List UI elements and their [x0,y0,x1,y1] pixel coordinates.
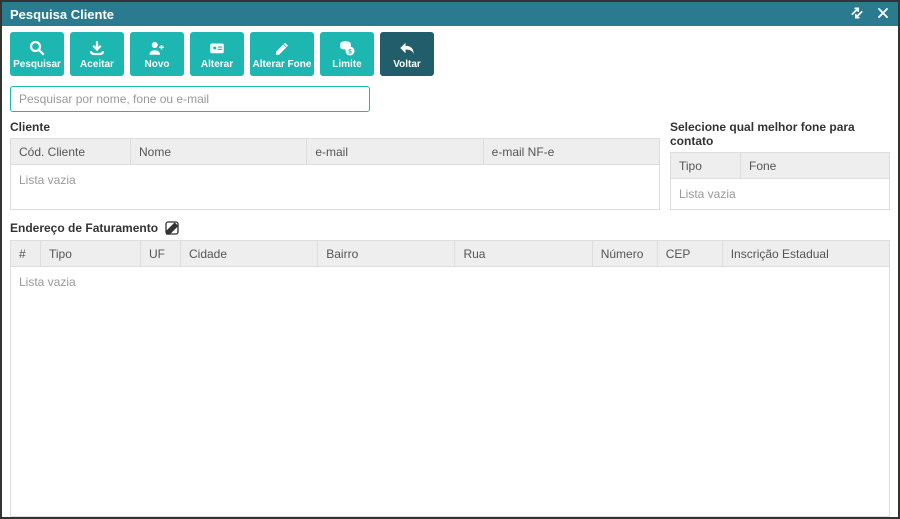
search-icon [28,39,46,57]
col-cod-cliente[interactable]: Cód. Cliente [11,139,131,164]
fone-grid-body: Lista vazia [671,179,889,209]
novo-button[interactable]: Novo [130,32,184,76]
window-controls [850,6,890,23]
col-inscricao[interactable]: Inscrição Estadual [723,241,889,266]
fone-grid-header: Tipo Fone [671,153,889,179]
cliente-grid: Cód. Cliente Nome e-mail e-mail NF-e Lis… [10,138,660,210]
col-end-tipo[interactable]: Tipo [41,241,141,266]
edit-icon [273,39,291,57]
cliente-grid-body: Lista vazia [11,165,659,209]
col-uf[interactable]: UF [141,241,181,266]
user-plus-icon [148,39,166,57]
col-rua[interactable]: Rua [455,241,592,266]
pesquisar-button[interactable]: Pesquisar [10,32,64,76]
col-cep[interactable]: CEP [658,241,723,266]
col-tipo[interactable]: Tipo [671,153,741,178]
pesquisar-label: Pesquisar [13,59,61,70]
search-input[interactable] [10,86,370,112]
search-row [2,82,898,120]
endereco-grid-body: Lista vazia [11,267,889,516]
col-nome[interactable]: Nome [131,139,307,164]
limite-label: Limite [332,59,361,70]
endereco-grid-header: # Tipo UF Cidade Bairro Rua Número CEP I… [11,241,889,267]
novo-label: Novo [145,59,170,70]
aceitar-button[interactable]: Aceitar [70,32,124,76]
maximize-icon[interactable] [850,6,864,23]
col-email[interactable]: e-mail [307,139,483,164]
col-numero[interactable]: Número [593,241,658,266]
coins-icon: $ [338,39,356,57]
fone-empty-text: Lista vazia [679,187,736,201]
col-cidade[interactable]: Cidade [181,241,318,266]
voltar-button[interactable]: Voltar [380,32,434,76]
download-icon [88,39,106,57]
endereco-section-label: Endereço de Faturamento [10,220,890,240]
fone-section-label: Selecione qual melhor fone para contato [670,120,890,152]
endereco-grid: # Tipo UF Cidade Bairro Rua Número CEP I… [10,240,890,517]
endereco-panel: Endereço de Faturamento # Tipo UF Cidade… [10,220,890,517]
limite-button[interactable]: $ Limite [320,32,374,76]
window-pesquisa-cliente: Pesquisa Cliente Pesquisar Aceitar [0,0,900,519]
alterar-fone-button[interactable]: Alterar Fone [250,32,314,76]
pencil-icon[interactable] [164,220,180,236]
col-email-nfe[interactable]: e-mail NF-e [484,139,659,164]
alterar-label: Alterar [201,59,233,70]
id-card-icon [208,39,226,57]
close-icon[interactable] [876,6,890,23]
col-fone[interactable]: Fone [741,153,889,178]
endereco-empty-text: Lista vazia [19,275,76,289]
col-num[interactable]: # [11,241,41,266]
upper-panels: Cliente Cód. Cliente Nome e-mail e-mail … [10,120,890,210]
voltar-label: Voltar [393,59,421,70]
fone-grid: Tipo Fone Lista vazia [670,152,890,210]
cliente-grid-header: Cód. Cliente Nome e-mail e-mail NF-e [11,139,659,165]
alterar-fone-label: Alterar Fone [253,59,312,70]
aceitar-label: Aceitar [80,59,114,70]
col-bairro[interactable]: Bairro [318,241,455,266]
fone-panel: Selecione qual melhor fone para contato … [670,120,890,210]
cliente-panel: Cliente Cód. Cliente Nome e-mail e-mail … [10,120,660,210]
endereco-section-text: Endereço de Faturamento [10,221,158,235]
content: Cliente Cód. Cliente Nome e-mail e-mail … [2,120,898,517]
toolbar: Pesquisar Aceitar Novo Alterar Alterar F… [2,26,898,82]
window-title: Pesquisa Cliente [10,7,114,22]
titlebar: Pesquisa Cliente [2,2,898,26]
back-icon [398,39,416,57]
cliente-empty-text: Lista vazia [19,173,76,187]
cliente-section-label: Cliente [10,120,660,138]
alterar-button[interactable]: Alterar [190,32,244,76]
